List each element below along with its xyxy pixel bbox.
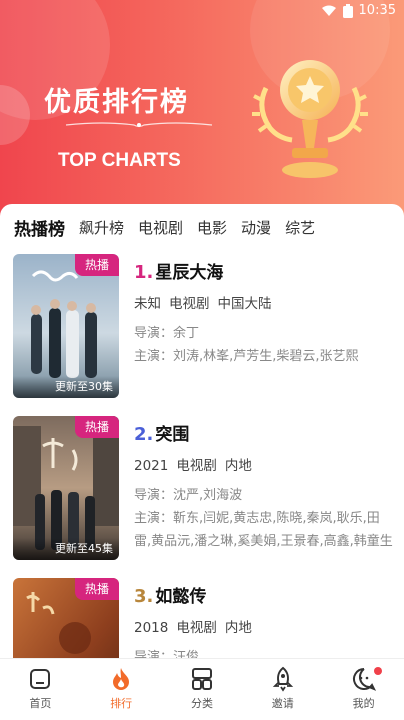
- item-title[interactable]: 1. 星辰大海: [134, 260, 394, 286]
- hot-badge: 热播: [75, 416, 119, 438]
- item-meta: 2021 电视剧 内地: [134, 454, 394, 478]
- title-text: 突围: [155, 425, 190, 445]
- poster[interactable]: 热播: [13, 578, 119, 664]
- director-line: 导演：余丁: [134, 322, 394, 345]
- tab-label: 分类: [190, 697, 213, 710]
- tab-invite[interactable]: 邀请: [242, 659, 323, 720]
- genre: 电视剧: [176, 620, 217, 636]
- item-meta: 未知 电视剧 中国大陆: [134, 292, 394, 316]
- year: 2021: [134, 458, 169, 474]
- battery-icon: [342, 3, 353, 18]
- rank-number: 2.: [134, 424, 154, 445]
- director-line: 导演：沈严,刘海波: [134, 484, 394, 507]
- category-icon: [191, 668, 212, 690]
- tab-hot[interactable]: 热播榜: [14, 215, 65, 240]
- cast-label: 主演：: [134, 511, 174, 526]
- rank-number: 3.: [134, 586, 154, 607]
- flame-icon: [113, 668, 130, 690]
- poster[interactable]: 热播 更新至45集: [13, 416, 119, 560]
- title-text: 如懿传: [155, 587, 207, 607]
- tab-label: 邀请: [271, 697, 294, 710]
- poster[interactable]: 热播 更新至30集: [13, 254, 119, 398]
- tab-anime[interactable]: 动漫: [241, 217, 271, 238]
- bottom-tab-bar: 首页 排行 分类 邀请 我的: [0, 658, 404, 720]
- cast-line: 主演：刘涛,林峯,芦芳生,柴碧云,张艺熙: [134, 345, 394, 368]
- tab-label: 首页: [29, 697, 52, 710]
- cast-label: 主演：: [134, 349, 174, 364]
- profile-icon: [352, 668, 376, 691]
- tab-tv[interactable]: 电视剧: [138, 217, 183, 238]
- ornament-divider: [65, 122, 213, 128]
- hot-badge: 热播: [75, 578, 119, 600]
- rank-number: 1.: [134, 262, 154, 283]
- genre: 电视剧: [169, 296, 210, 312]
- home-icon: [30, 669, 51, 689]
- trophy-icon: [252, 60, 368, 178]
- director-value: 余丁: [173, 326, 200, 341]
- item-title[interactable]: 2. 突围: [134, 422, 394, 448]
- hero-banner: 优质排行榜 TOP CHARTS: [0, 0, 404, 220]
- director-label: 导演：: [134, 488, 174, 503]
- ranking-item[interactable]: 热播 更新至45集 2. 突围 2021 电视剧 内地 导演：沈严,刘海波 主演：靳东…: [0, 416, 404, 566]
- year: 2018: [134, 620, 169, 636]
- hero-title: 优质排行榜: [44, 87, 189, 118]
- tab-label: 排行: [110, 697, 133, 710]
- year: 未知: [134, 296, 161, 312]
- ranking-panel: 热播榜 飙升榜 电视剧 电影 动漫 综艺 热播 更新至30集 1. 星辰大海 未…: [0, 204, 404, 664]
- cast-line: 主演：靳东,闫妮,黄志忠,陈晓,秦岚,耿乐,田雷,黄品沅,潘之琳,奚美娟,王景春…: [134, 507, 394, 553]
- episode-status: 更新至30集: [13, 376, 119, 398]
- hot-badge: 热播: [75, 254, 119, 276]
- tab-category[interactable]: 分类: [162, 659, 243, 720]
- episode-status: 更新至45集: [13, 538, 119, 560]
- item-title[interactable]: 3. 如懿传: [134, 584, 394, 610]
- region: 内地: [224, 458, 252, 474]
- tab-ranking[interactable]: 排行: [81, 659, 162, 720]
- region: 中国大陆: [217, 296, 272, 312]
- director-label: 导演：: [134, 326, 174, 341]
- region: 内地: [224, 620, 252, 636]
- genre: 电视剧: [176, 458, 217, 474]
- tab-movie[interactable]: 电影: [197, 217, 227, 238]
- tab-profile[interactable]: 我的: [323, 659, 404, 720]
- notification-dot: [373, 667, 382, 675]
- tab-label: 我的: [352, 697, 375, 710]
- clock: 10:35: [358, 3, 396, 18]
- hero-subtitle: TOP CHARTS: [58, 150, 181, 171]
- rocket-icon: [272, 666, 293, 692]
- cast-value: 刘涛,林峯,芦芳生,柴碧云,张艺熙: [173, 349, 359, 364]
- wifi-icon: [321, 5, 336, 16]
- tab-rising[interactable]: 飙升榜: [79, 217, 124, 238]
- ranking-item[interactable]: 热播 更新至30集 1. 星辰大海 未知 电视剧 中国大陆 导演：余丁 主演：刘涛,林…: [0, 254, 404, 404]
- title-text: 星辰大海: [155, 263, 224, 283]
- category-tabs: 热播榜 飙升榜 电视剧 电影 动漫 综艺: [0, 212, 404, 242]
- director-value: 沈严,刘海波: [173, 488, 243, 503]
- tab-home[interactable]: 首页: [0, 659, 81, 720]
- tab-variety[interactable]: 综艺: [285, 217, 315, 238]
- ranking-item[interactable]: 热播 3. 如懿传 2018 电视剧 内地 导演：汪俊: [0, 578, 404, 664]
- cast-value: 靳东,闫妮,黄志忠,陈晓,秦岚,耿乐,田雷,黄品沅,潘之琳,奚美娟,王景春,高鑫…: [134, 511, 393, 549]
- status-bar: 10:35: [0, 0, 404, 24]
- item-meta: 2018 电视剧 内地: [134, 616, 394, 640]
